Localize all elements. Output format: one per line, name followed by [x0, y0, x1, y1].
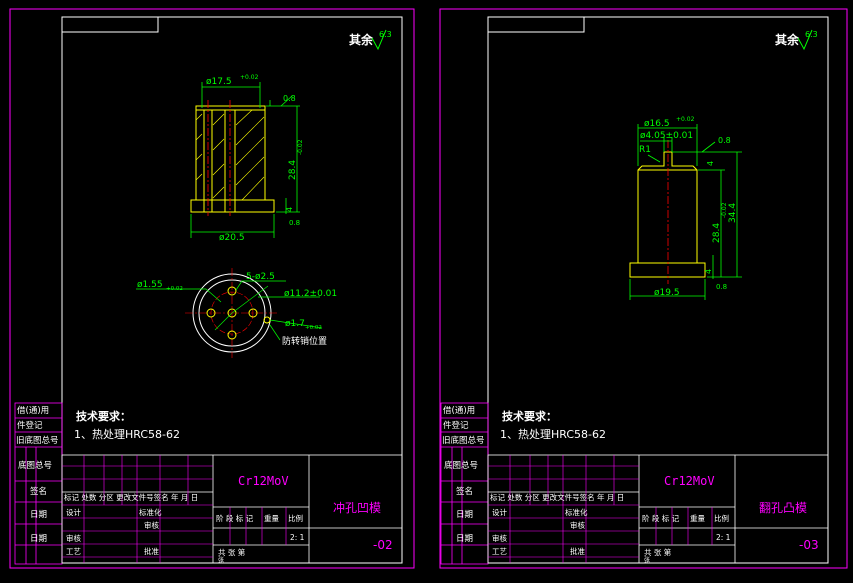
left-dimensions: [190, 82, 300, 238]
left-drawing-no: -02: [373, 538, 393, 552]
left-label-review: 审核: [66, 533, 81, 543]
right-label-standardize: 标准化: [565, 507, 588, 517]
right-drawing-no: -03: [799, 538, 819, 552]
right-dim-step-top: 4: [706, 161, 715, 166]
left-dim-pcd: ø11.2±0.01: [284, 289, 337, 299]
right-part-name: 翻孔凸模: [759, 501, 807, 515]
right-sheet-unit: 张: [644, 556, 650, 564]
left-dim-height-tol: -0.02: [297, 139, 304, 155]
right-revision-row: 标记 处数 分区 更改文件号签名 年 月 日: [490, 492, 624, 502]
cad-drawing-canvas: 其余 6.3 ø17.5 +0.02 ø20.5 28.4 -0.02 0.8 …: [9, 8, 848, 569]
right-dim-total: 34.4: [728, 203, 738, 223]
left-tech-title: 技术要求：: [76, 409, 131, 423]
left-dim-height: 28.4: [288, 160, 298, 180]
right-dim-chamfer: 0.8: [716, 283, 727, 291]
right-roughness-value: 6.3: [805, 30, 818, 39]
right-dim-top-tol: +0.02: [676, 116, 695, 123]
left-dim-pin-tol: +0.02: [305, 325, 322, 331]
right-label-check: 审核: [570, 520, 585, 530]
right-code-box: [487, 16, 585, 33]
left-label-weight: 重量: [264, 514, 279, 523]
right-side-label-3: 底图总号: [444, 460, 478, 471]
left-label-approve: 批准: [144, 546, 159, 556]
right-label-process: 工艺: [492, 547, 507, 556]
left-label-design: 设计: [66, 507, 81, 517]
right-dim-top-dia: ø16.5: [644, 119, 670, 129]
left-dim-bottom-dia: ø20.5: [219, 233, 245, 243]
left-sheet-border: [9, 8, 415, 569]
left-side-label-6: 日期: [30, 534, 47, 544]
left-dim-step: 4: [285, 207, 294, 212]
left-sheet: 其余 6.3 ø17.5 +0.02 ø20.5 28.4 -0.02 0.8 …: [9, 8, 415, 569]
right-side-label-2: 旧底图总号: [442, 435, 485, 446]
right-side-label-6: 日期: [456, 534, 473, 544]
left-revision-row: 标记 处数 分区 更改文件号签名 年 月 日: [64, 492, 198, 502]
left-front-view: [190, 100, 275, 216]
left-dim-small-hole: ø1.55: [137, 280, 163, 290]
left-label-check: 审核: [144, 520, 159, 530]
right-dim-tip-dia: ø4.05±0.01: [640, 131, 693, 141]
right-tech-item: 1、热处理HRC58-62: [500, 428, 606, 441]
left-roughness-note: 其余: [349, 32, 374, 47]
right-roughness-note: 其余: [775, 32, 800, 47]
left-dim-flatness: 0.8: [283, 94, 296, 103]
left-sheet-total: 共 张 第: [218, 547, 246, 557]
right-label-stage-marks: 阶 段 标 记: [642, 513, 680, 523]
left-label-stage-marks: 阶 段 标 记: [216, 513, 254, 523]
left-code-box: [61, 16, 159, 33]
left-dim-small-hole-tol: +0.02: [166, 286, 183, 292]
left-side-label-5: 日期: [30, 510, 47, 520]
left-dim-holes: 5-ø2.5: [246, 272, 275, 282]
right-tech-title: 技术要求：: [502, 409, 557, 423]
left-dim-pin-hole: ø1.7: [285, 319, 305, 329]
left-dim-chamfer: 0.8: [289, 219, 300, 227]
left-part-name: 冲孔凹模: [333, 500, 381, 515]
left-label-standardize: 标准化: [139, 507, 162, 517]
right-label-review: 审核: [492, 533, 507, 543]
left-roughness-value: 6.3: [379, 30, 392, 39]
right-dim-flatness: 0.8: [718, 136, 731, 145]
right-dim-radius: R1: [639, 145, 651, 155]
right-label-ratio: 比例: [714, 513, 729, 523]
right-label-weight: 重量: [690, 514, 705, 523]
right-material: Cr12MoV: [664, 474, 715, 488]
left-side-label-3: 底图总号: [18, 460, 52, 471]
left-label-ratio: 比例: [288, 513, 303, 523]
left-side-label-4: 签名: [30, 486, 47, 497]
right-dim-height: 28.4: [712, 223, 722, 243]
right-scale: 2: 1: [716, 533, 731, 542]
left-tech-item: 1、热处理HRC58-62: [74, 428, 180, 441]
right-side-label-4: 签名: [456, 486, 473, 497]
right-front-view: [629, 140, 706, 284]
right-label-approve: 批准: [570, 546, 585, 556]
right-side-label-0: 借(通)用: [443, 405, 475, 416]
left-scale: 2: 1: [290, 533, 305, 542]
left-dim-top-dia: ø17.5: [206, 77, 232, 87]
left-pin-note: 防转销位置: [282, 335, 327, 347]
right-dim-step-bottom: 4: [704, 269, 713, 274]
right-side-label-1: 件登记: [443, 420, 469, 431]
right-sheet: 其余 6.3 ø16.5 +0.02 ø4.05±0.01 R1 0.8 4 2…: [439, 8, 848, 569]
right-dim-height-tol: -0.02: [721, 202, 728, 218]
right-label-design: 设计: [492, 507, 507, 517]
right-dim-bottom-dia: ø19.5: [654, 288, 680, 298]
left-label-process: 工艺: [66, 547, 81, 556]
right-sheet-border: [439, 8, 848, 569]
left-material: Cr12MoV: [238, 474, 289, 488]
left-side-label-0: 借(通)用: [17, 405, 49, 416]
left-side-label-2: 旧底图总号: [16, 435, 59, 446]
left-side-label-1: 件登记: [17, 420, 43, 431]
left-dim-top-tol: +0.02: [240, 74, 259, 81]
right-side-label-5: 日期: [456, 510, 473, 520]
left-sheet-unit: 张: [218, 556, 224, 564]
right-sheet-total: 共 张 第: [644, 547, 672, 557]
